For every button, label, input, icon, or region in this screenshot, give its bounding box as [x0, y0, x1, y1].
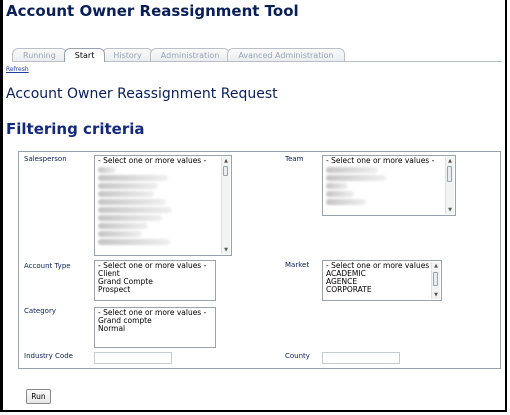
redacted-option	[98, 207, 172, 213]
section-title: Filtering criteria	[6, 120, 145, 138]
tab-bar: Running Start History Administration Ava…	[12, 48, 345, 62]
page-title: Account Owner Reassignment Request	[6, 86, 278, 102]
redacted-option	[326, 183, 348, 189]
salesperson-scrollbar[interactable]: ▲ ▼	[221, 157, 230, 254]
redacted-option	[98, 167, 116, 173]
redacted-option	[98, 199, 166, 205]
account-type-option[interactable]: Prospect	[98, 286, 212, 294]
scroll-up-arrow-icon[interactable]: ▲	[222, 158, 230, 164]
salesperson-label: Salesperson	[24, 155, 67, 163]
redacted-option	[326, 191, 354, 197]
redacted-option	[98, 239, 170, 245]
industry-code-label: Industry Code	[24, 352, 73, 360]
redacted-option	[98, 215, 162, 221]
market-scrollbar[interactable]: ▲ ▼	[431, 262, 440, 299]
scroll-up-arrow-icon[interactable]: ▲	[432, 263, 440, 269]
run-button[interactable]: Run	[26, 389, 51, 404]
category-listbox[interactable]: - Select one or more values - Grand comp…	[94, 307, 216, 348]
tab-start[interactable]: Start	[63, 48, 106, 62]
team-listbox[interactable]: - Select one or more values - ▲ ▼	[322, 155, 456, 216]
category-label: Category	[24, 307, 56, 315]
redacted-option	[98, 231, 142, 237]
salesperson-placeholder[interactable]: - Select one or more values -	[98, 157, 228, 165]
app-title: Account Owner Reassignment Tool	[6, 2, 299, 20]
redacted-option	[98, 223, 148, 229]
team-placeholder[interactable]: - Select one or more values -	[326, 157, 452, 165]
scroll-thumb[interactable]	[433, 272, 438, 286]
redacted-option	[98, 175, 168, 181]
tab-history[interactable]: History	[102, 48, 153, 62]
category-option[interactable]: Normal	[98, 325, 212, 333]
salesperson-listbox[interactable]: - Select one or more values - ▲ ▼	[94, 155, 232, 256]
market-listbox[interactable]: - Select one or more values - ACADEMIC A…	[322, 260, 442, 301]
county-input[interactable]	[322, 352, 400, 364]
industry-code-input[interactable]	[94, 352, 172, 364]
market-option[interactable]: CORPORATE	[326, 286, 438, 294]
scroll-down-arrow-icon[interactable]: ▼	[446, 207, 454, 213]
redacted-option	[98, 191, 154, 197]
tab-advanced-administration[interactable]: Avanced Administration	[227, 48, 345, 62]
market-label: Market	[285, 261, 310, 269]
tab-running[interactable]: Running	[12, 48, 67, 62]
tab-administration[interactable]: Administration	[149, 48, 231, 62]
scroll-down-arrow-icon[interactable]: ▼	[432, 292, 440, 298]
team-scrollbar[interactable]: ▲ ▼	[445, 157, 454, 214]
redacted-option	[326, 167, 378, 173]
team-label: Team	[285, 155, 304, 163]
scroll-thumb[interactable]	[447, 166, 452, 182]
scroll-thumb[interactable]	[223, 166, 228, 176]
redacted-option	[98, 183, 158, 189]
county-label: County	[285, 352, 310, 360]
scroll-down-arrow-icon[interactable]: ▼	[222, 247, 230, 253]
account-type-label: Account Type	[24, 262, 71, 270]
redacted-option	[326, 175, 386, 181]
redacted-option	[326, 199, 366, 205]
scroll-up-arrow-icon[interactable]: ▲	[446, 158, 454, 164]
refresh-link[interactable]: Refresh	[6, 66, 29, 73]
account-type-listbox[interactable]: - Select one or more values - Client Gra…	[94, 260, 216, 301]
